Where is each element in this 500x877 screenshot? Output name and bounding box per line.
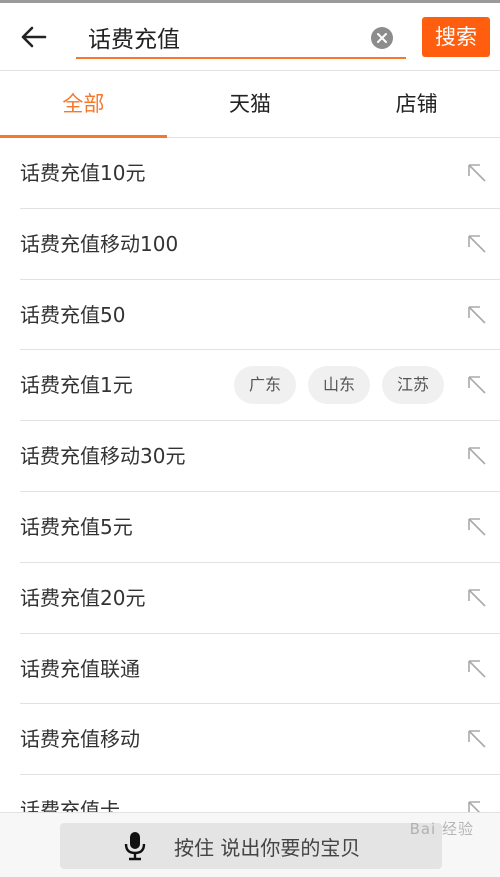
suggestion-list: 话费充值10元 话费充值移动100 话费充值50 话费充值1元 广东 山东 江苏… — [20, 138, 500, 812]
suggestion-row[interactable]: 话费充值移动 — [20, 704, 500, 776]
suggestion-text: 话费充值移动100 — [20, 231, 179, 256]
suggestion-row[interactable]: 话费充值移动100 — [20, 209, 500, 280]
region-tags: 广东 山东 江苏 — [234, 366, 444, 405]
suggestion-row[interactable]: 话费充值1元 广东 山东 江苏 — [20, 350, 500, 422]
back-button[interactable] — [14, 17, 54, 57]
region-tag[interactable]: 广东 — [234, 366, 296, 405]
fill-arrow-icon[interactable] — [466, 374, 488, 396]
suggestion-text: 话费充值联通 — [20, 656, 140, 681]
fill-arrow-icon[interactable] — [466, 233, 488, 255]
fill-arrow-icon[interactable] — [466, 658, 488, 680]
fill-arrow-icon[interactable] — [466, 587, 488, 609]
clear-circle-icon — [377, 33, 387, 43]
suggestion-text: 话费充值50 — [20, 302, 126, 327]
voice-search-label: 按住 说出你要的宝贝 — [174, 835, 361, 860]
fill-arrow-icon[interactable] — [466, 728, 488, 750]
fill-arrow-icon[interactable] — [466, 304, 488, 326]
tab-tmall[interactable]: 天猫 — [167, 71, 334, 137]
suggestion-row[interactable]: 话费充值卡 — [20, 775, 500, 812]
tab-shops[interactable]: 店铺 — [333, 71, 500, 137]
voice-bar: 按住 说出你要的宝贝 — [0, 812, 500, 877]
region-tag[interactable]: 山东 — [308, 366, 370, 405]
clear-button[interactable] — [371, 27, 393, 49]
fill-arrow-icon[interactable] — [466, 799, 488, 812]
suggestion-row[interactable]: 话费充值移动30元 — [20, 421, 500, 492]
voice-search-button[interactable]: 按住 说出你要的宝贝 — [60, 823, 442, 869]
search-header: 搜索 — [0, 3, 500, 70]
search-box — [76, 17, 406, 59]
tab-all[interactable]: 全部 — [0, 71, 167, 138]
suggestion-text: 话费充值20元 — [20, 585, 146, 610]
suggestion-text: 话费充值卡 — [20, 798, 120, 812]
fill-arrow-icon[interactable] — [466, 516, 488, 538]
suggestion-row[interactable]: 话费充值联通 — [20, 634, 500, 705]
suggestion-row[interactable]: 话费充值50 — [20, 280, 500, 351]
search-button[interactable]: 搜索 — [422, 17, 490, 57]
suggestion-text: 话费充值1元 — [20, 373, 133, 398]
region-tag[interactable]: 江苏 — [382, 366, 444, 405]
suggestion-text: 话费充值移动 — [20, 727, 140, 752]
suggestion-text: 话费充值移动30元 — [20, 444, 186, 469]
arrow-left-icon — [21, 26, 47, 48]
microphone-icon — [124, 832, 146, 861]
search-input[interactable] — [76, 17, 361, 57]
suggestion-text: 话费充值10元 — [20, 161, 146, 185]
tab-bar: 全部 天猫 店铺 — [0, 70, 500, 138]
fill-arrow-icon[interactable] — [466, 445, 488, 467]
fill-arrow-icon[interactable] — [466, 162, 488, 184]
suggestion-text: 话费充值5元 — [20, 514, 133, 539]
suggestion-row[interactable]: 话费充值20元 — [20, 563, 500, 634]
suggestion-row[interactable]: 话费充值5元 — [20, 492, 500, 563]
suggestion-row[interactable]: 话费充值10元 — [20, 138, 500, 209]
